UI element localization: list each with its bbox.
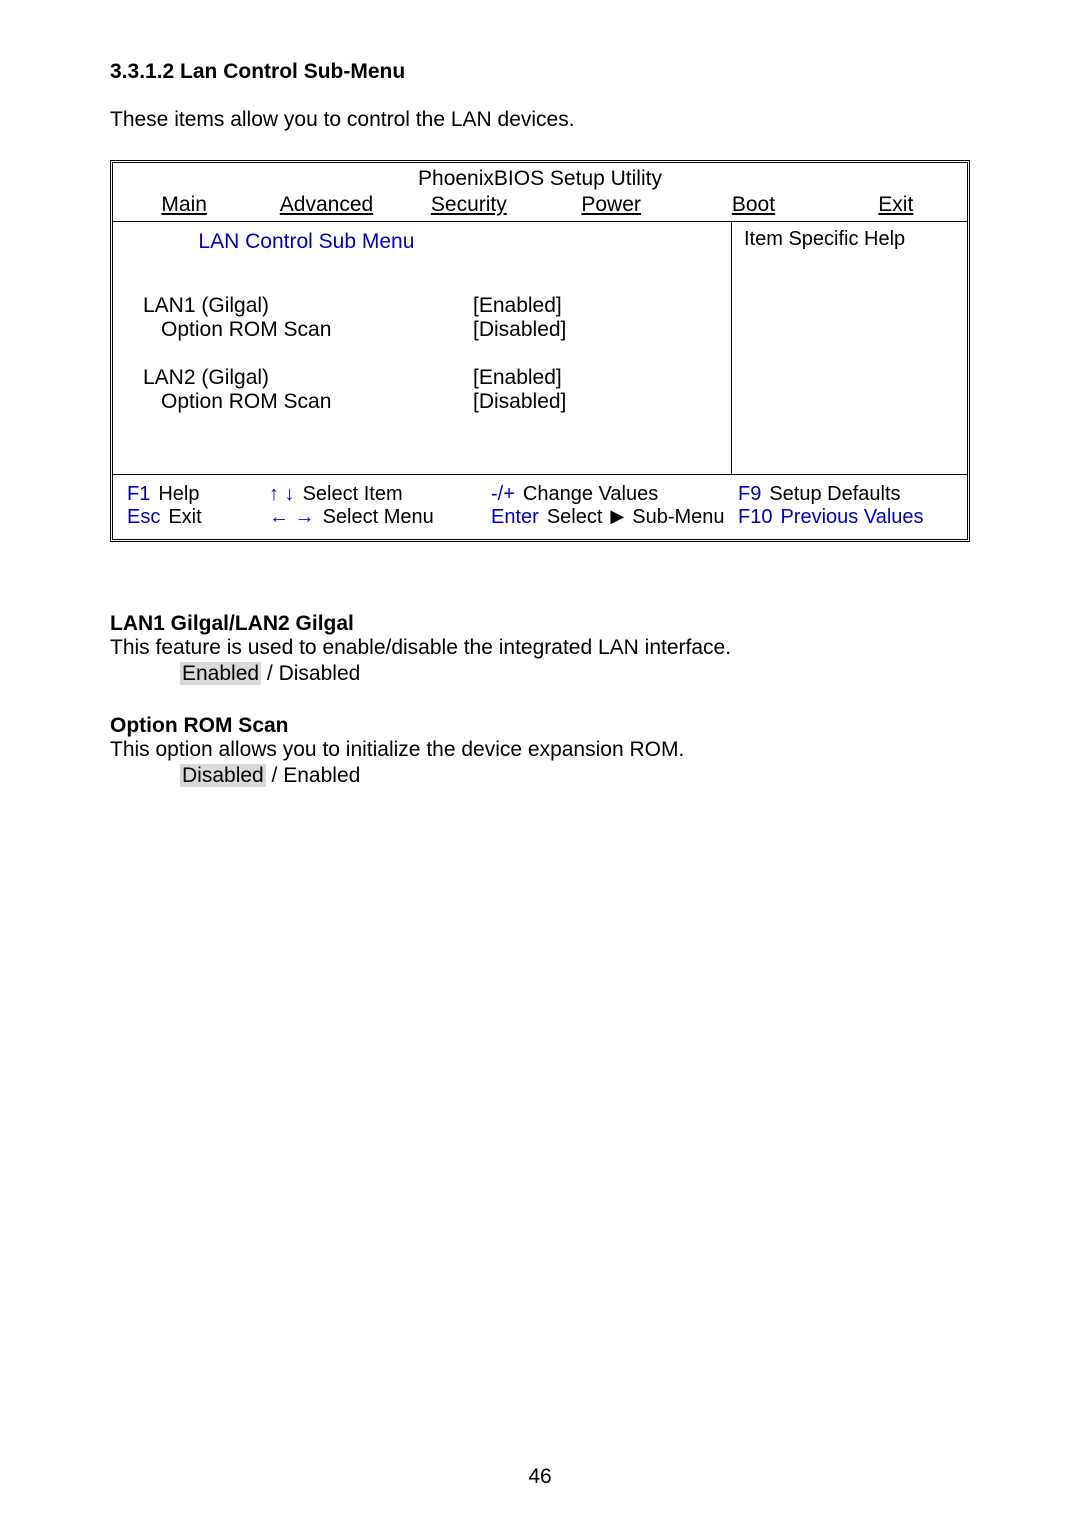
tab-power[interactable]: Power: [540, 191, 682, 221]
footer-label: Previous Values: [780, 506, 923, 529]
tab-advanced[interactable]: Advanced: [255, 191, 397, 221]
setting-label: Option ROM Scan: [133, 318, 473, 342]
setting-row[interactable]: Option ROM Scan [Disabled]: [133, 390, 711, 414]
footer-label: Setup Defaults: [769, 483, 900, 506]
key-f1: F1: [127, 483, 150, 506]
key-esc: Esc: [127, 506, 160, 529]
footer-label: Sub-Menu: [632, 506, 724, 529]
intro-text: These items allow you to control the LAN…: [110, 108, 970, 132]
bios-title: PhoenixBIOS Setup Utility: [113, 163, 967, 191]
description-text: This feature is used to enable/disable t…: [110, 636, 970, 660]
setting-row[interactable]: Option ROM Scan [Disabled]: [133, 318, 711, 342]
footer-label: Help: [158, 483, 199, 506]
key-f9: F9: [738, 483, 761, 506]
tab-security[interactable]: Security: [398, 191, 540, 221]
bios-footer: F1 Help ↑ ↓ Select Item -/+ Change Values F…: [113, 475, 967, 539]
footer-label: Select Item: [303, 483, 403, 506]
tab-boot[interactable]: Boot: [682, 191, 824, 221]
setting-label: LAN2 (Gilgal): [133, 366, 473, 390]
option-sep: /: [266, 764, 284, 787]
bios-tabs: Main Advanced Security Power Boot Exit: [113, 191, 967, 222]
description-options: Enabled / Disabled: [110, 662, 970, 686]
option-other: Disabled: [279, 662, 361, 685]
description-block: LAN1 Gilgal/LAN2 Gilgal This feature is …: [110, 612, 970, 686]
section-heading: 3.3.1.2 Lan Control Sub-Menu: [110, 60, 970, 84]
footer-label: Select: [547, 506, 603, 529]
tab-exit[interactable]: Exit: [825, 191, 967, 221]
setting-value: [Enabled]: [473, 294, 562, 318]
bios-window: PhoenixBIOS Setup Utility Main Advanced …: [110, 160, 970, 542]
option-sep: /: [261, 662, 279, 685]
setting-label: Option ROM Scan: [133, 390, 473, 414]
description-heading: LAN1 Gilgal/LAN2 Gilgal: [110, 612, 970, 636]
arrows-updown-icon: ↑ ↓: [269, 483, 295, 506]
tab-main[interactable]: Main: [113, 191, 255, 221]
description-options: Disabled / Enabled: [110, 764, 970, 788]
description-text: This option allows you to initialize the…: [110, 738, 970, 762]
page-number: 46: [0, 1465, 1080, 1489]
setting-row[interactable]: LAN1 (Gilgal) [Enabled]: [133, 294, 711, 318]
setting-value: [Disabled]: [473, 318, 566, 342]
option-highlighted: Disabled: [180, 764, 266, 787]
setting-label: LAN1 (Gilgal): [133, 294, 473, 318]
submenu-title: LAN Control Sub Menu: [133, 230, 480, 254]
option-other: Enabled: [283, 764, 360, 787]
arrows-leftright-icon: ← →: [269, 506, 315, 529]
setting-row[interactable]: LAN2 (Gilgal) [Enabled]: [133, 366, 711, 390]
bios-help-pane: Item Specific Help: [732, 222, 967, 474]
key-plusminus: -/+: [491, 483, 515, 506]
description-block: Option ROM Scan This option allows you t…: [110, 714, 970, 788]
triangle-right-icon: ▶: [610, 506, 624, 529]
description-heading: Option ROM Scan: [110, 714, 970, 738]
footer-label: Change Values: [523, 483, 658, 506]
bios-left-pane: LAN Control Sub Menu LAN1 (Gilgal) [Enab…: [113, 222, 732, 474]
footer-label: Select Menu: [323, 506, 434, 529]
setting-value: [Enabled]: [473, 366, 562, 390]
option-highlighted: Enabled: [180, 662, 261, 685]
key-enter: Enter: [491, 506, 539, 529]
setting-value: [Disabled]: [473, 390, 566, 414]
help-pane-title: Item Specific Help: [744, 228, 955, 251]
key-f10: F10: [738, 506, 772, 529]
footer-label: Exit: [168, 506, 201, 529]
